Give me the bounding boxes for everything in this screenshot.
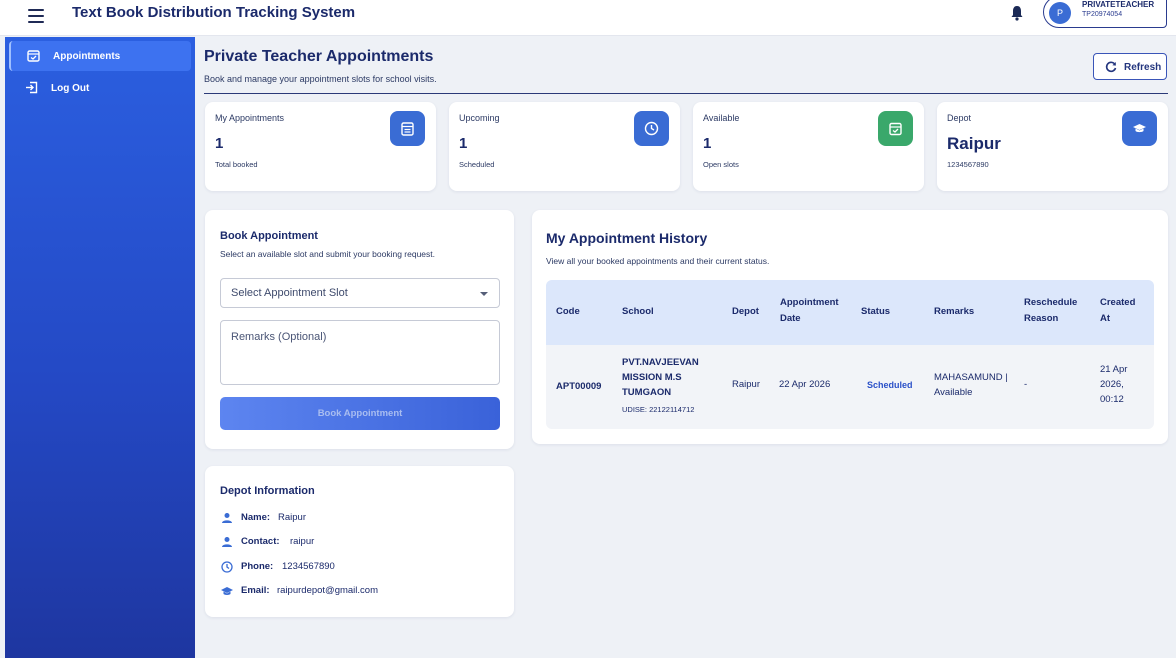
stat-label: Upcoming <box>459 113 500 123</box>
info-key: Contact: <box>241 536 280 547</box>
user-menu[interactable]: P PRIVATETEACHER TP20974054 <box>1043 0 1167 28</box>
slot-select[interactable]: Select Appointment Slot <box>220 278 500 308</box>
stat-card-depot: Depot Raipur 1234567890 <box>937 102 1168 191</box>
column-header: School <box>622 306 654 317</box>
stat-value: 1 <box>215 135 224 152</box>
cell-date: 22 Apr 2026 <box>779 379 831 390</box>
status-badge: Scheduled <box>867 380 913 390</box>
sidebar-item-appointments[interactable]: Appointments <box>9 41 191 71</box>
top-bar: Text Book Distribution Tracking System P… <box>0 0 1176 36</box>
refresh-icon <box>1105 61 1117 73</box>
info-key: Phone: <box>241 561 274 572</box>
info-value: Raipur <box>278 512 306 523</box>
bell-icon[interactable] <box>1010 5 1024 21</box>
clock-icon <box>634 111 669 146</box>
stat-label: My Appointments <box>215 113 285 123</box>
logout-icon <box>26 81 38 94</box>
menu-icon[interactable] <box>28 9 44 23</box>
table-header: Code School Depot Appointment Date Statu… <box>546 280 1154 345</box>
stat-sub: 1234567890 <box>947 160 989 169</box>
column-header: Depot <box>732 306 759 317</box>
cell-code: APT00009 <box>556 381 602 392</box>
refresh-button[interactable]: Refresh <box>1093 53 1167 80</box>
user-id: TP20974054 <box>1082 11 1123 18</box>
column-header: Reschedule Reason <box>1024 297 1078 324</box>
stat-sub: Scheduled <box>459 160 495 169</box>
stat-value: Raipur <box>947 134 1001 153</box>
history-subtitle: View all your booked appointments and th… <box>546 256 770 266</box>
remarks-placeholder: Remarks (Optional) <box>231 331 327 343</box>
book-appointment-button[interactable]: Book Appointment <box>220 397 500 430</box>
info-key: Email: <box>241 585 270 596</box>
stat-card-my-appointments: My Appointments 1 Total booked <box>205 102 436 191</box>
user-name: PRIVATETEACHER <box>1082 0 1155 9</box>
calendar-list-icon <box>390 111 425 146</box>
appointment-history-card: My Appointment History View all your boo… <box>532 210 1168 444</box>
cell-school-name: PVT.NAVJEEVAN MISSION M.S TUMGAON <box>622 357 699 398</box>
graduation-cap-icon <box>1122 111 1157 146</box>
header-divider <box>204 93 1168 94</box>
column-header: Remarks <box>934 306 975 317</box>
cell-created-at: 21 Apr 2026, 00:12 <box>1100 364 1128 405</box>
info-value: 1234567890 <box>282 561 335 572</box>
book-subtitle: Select an available slot and submit your… <box>220 249 435 259</box>
stat-value: 1 <box>703 135 712 152</box>
column-header: Created At <box>1100 297 1136 324</box>
stat-label: Depot <box>947 113 972 123</box>
calendar-check-icon <box>27 50 40 62</box>
column-header: Appointment Date <box>780 297 839 324</box>
info-key: Name: <box>241 512 271 523</box>
app-title: Text Book Distribution Tracking System <box>72 4 356 21</box>
history-table: Code School Depot Appointment Date Statu… <box>546 280 1154 429</box>
clock-icon <box>221 561 233 573</box>
cell-reschedule-reason: - <box>1024 379 1028 390</box>
sidebar-item-label: Log Out <box>51 83 90 94</box>
book-title: Book Appointment <box>220 230 318 242</box>
stat-card-upcoming: Upcoming 1 Scheduled <box>449 102 680 191</box>
cell-remarks: MAHASAMUND | Available <box>934 372 1008 398</box>
stat-card-available: Available 1 Open slots <box>693 102 924 191</box>
info-value: raipur <box>290 536 315 547</box>
book-appointment-card: Book Appointment Select an available slo… <box>205 210 514 449</box>
avatar: P <box>1049 2 1071 24</box>
column-header: Code <box>556 306 580 317</box>
sidebar-item-logout[interactable]: Log Out <box>9 73 191 103</box>
chevron-down-icon <box>480 292 488 296</box>
depot-information-card: Depot Information Name: Raipur Contact: … <box>205 466 514 617</box>
column-header: Status <box>861 306 891 317</box>
refresh-label: Refresh <box>1124 62 1162 73</box>
history-title: My Appointment History <box>546 230 708 246</box>
graduation-cap-icon <box>221 587 233 595</box>
page-title: Private Teacher Appointments <box>204 48 434 65</box>
stat-sub: Total booked <box>215 160 258 169</box>
remarks-input[interactable]: Remarks (Optional) <box>220 320 500 385</box>
info-value: raipurdepot@gmail.com <box>277 585 378 596</box>
slot-select-placeholder: Select Appointment Slot <box>231 287 348 299</box>
page-subtitle: Book and manage your appointment slots f… <box>204 74 437 84</box>
person-icon <box>222 513 232 523</box>
stat-value: 1 <box>459 135 468 152</box>
depot-info-title: Depot Information <box>220 485 315 497</box>
cell-school-udise: UDISE: 22122114712 <box>622 405 695 414</box>
stat-sub: Open slots <box>703 160 739 169</box>
person-icon <box>222 537 232 547</box>
sidebar-item-label: Appointments <box>53 51 121 62</box>
stat-label: Available <box>703 113 740 123</box>
sidebar: Appointments Log Out <box>5 37 195 658</box>
calendar-check-icon <box>878 111 913 146</box>
cell-depot: Raipur <box>732 379 760 390</box>
